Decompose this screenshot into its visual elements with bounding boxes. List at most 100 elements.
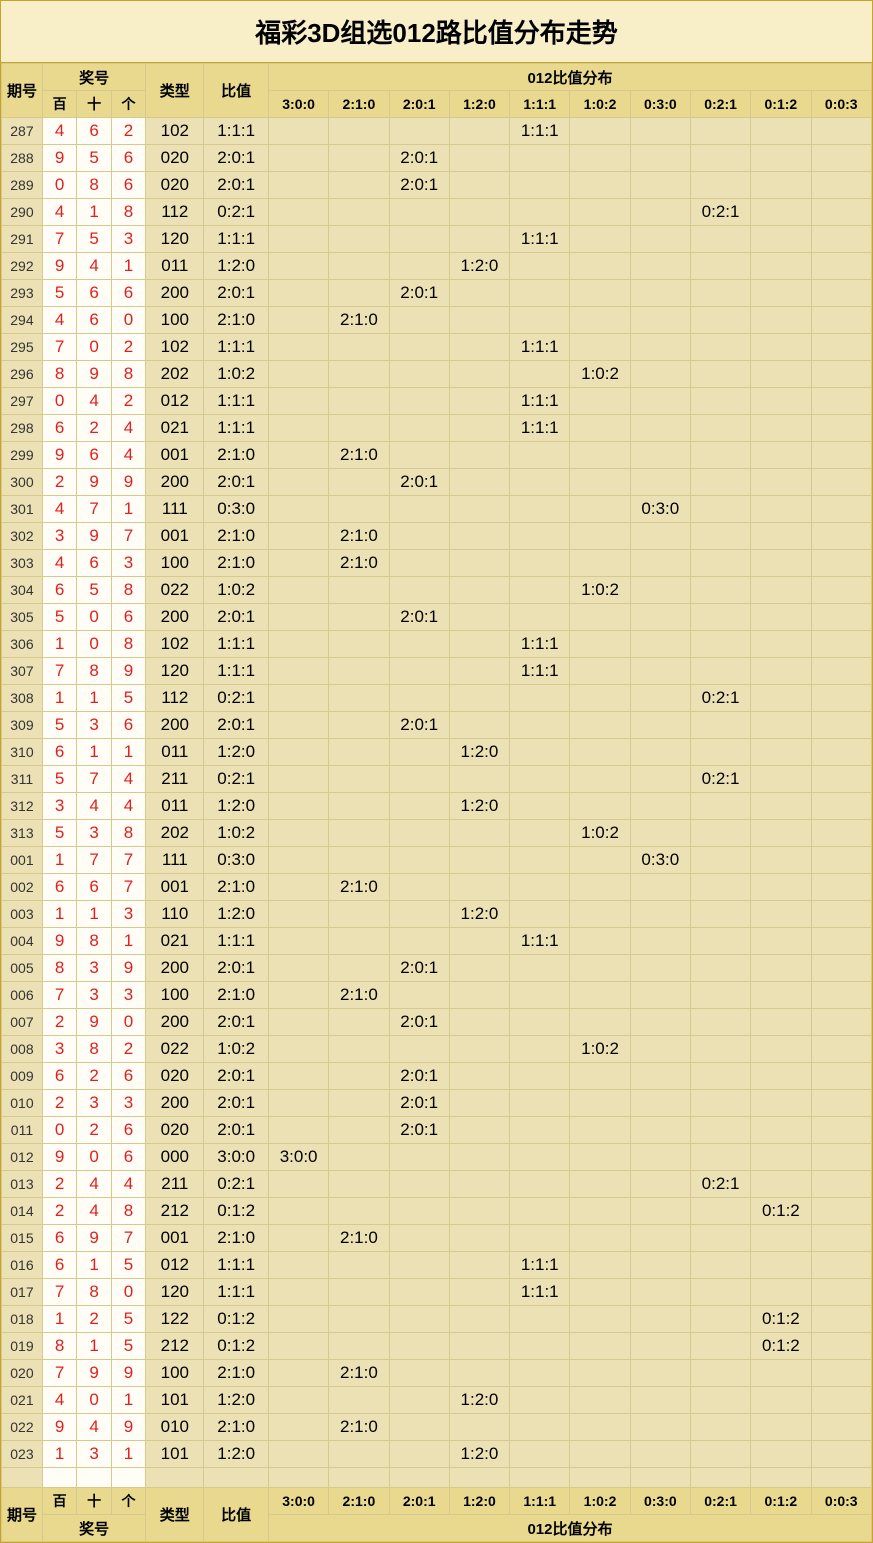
cell: 303	[2, 550, 43, 577]
cell: 016	[2, 1252, 43, 1279]
cell	[811, 577, 872, 604]
cell	[570, 334, 630, 361]
cell	[510, 766, 570, 793]
cell: 1:1:1	[510, 631, 570, 658]
cell	[811, 334, 872, 361]
cell: 010	[2, 1090, 43, 1117]
cell: 100	[146, 982, 204, 1009]
cell	[329, 1279, 389, 1306]
cell: 200	[146, 1090, 204, 1117]
cell: 5	[42, 280, 76, 307]
cell: 002	[2, 874, 43, 901]
cell	[329, 658, 389, 685]
cell: 0:1:2	[204, 1333, 269, 1360]
cell: 3:0:0	[268, 1144, 328, 1171]
cell	[630, 118, 690, 145]
cell	[751, 631, 811, 658]
cell: 013	[2, 1171, 43, 1198]
cell	[690, 847, 750, 874]
cell: 2	[42, 1171, 76, 1198]
cell: 111	[146, 496, 204, 523]
cell	[449, 847, 509, 874]
cell: 9	[42, 1144, 76, 1171]
cell	[389, 1306, 449, 1333]
cell	[811, 739, 872, 766]
cell	[690, 955, 750, 982]
header-cell: 3:0:0	[268, 91, 328, 118]
cell	[751, 550, 811, 577]
cell: 3	[111, 1090, 145, 1117]
table-row: 0011771110:3:00:3:0	[2, 847, 872, 874]
cell	[751, 739, 811, 766]
cell: 3	[42, 793, 76, 820]
cell	[329, 1333, 389, 1360]
cell: 2	[77, 415, 111, 442]
cell	[630, 253, 690, 280]
table-row: 2889560202:0:12:0:1	[2, 145, 872, 172]
table-row: 0096260202:0:12:0:1	[2, 1063, 872, 1090]
header-cell: 0:3:0	[630, 1488, 690, 1515]
cell	[690, 334, 750, 361]
cell	[570, 874, 630, 901]
cell: 6	[77, 874, 111, 901]
cell	[690, 415, 750, 442]
cell	[570, 739, 630, 766]
cell: 2:0:1	[204, 955, 269, 982]
cell	[630, 1306, 690, 1333]
cell: 292	[2, 253, 43, 280]
cell	[268, 631, 328, 658]
cell: 3	[77, 955, 111, 982]
cell	[811, 1279, 872, 1306]
table-row: 0198152120:1:20:1:2	[2, 1333, 872, 1360]
cell: 4	[42, 496, 76, 523]
cell	[690, 577, 750, 604]
cell	[690, 1333, 750, 1360]
cell	[570, 1252, 630, 1279]
cell: 5	[42, 766, 76, 793]
cell	[570, 685, 630, 712]
cell	[268, 793, 328, 820]
cell	[268, 685, 328, 712]
cell	[510, 1198, 570, 1225]
cell	[389, 1198, 449, 1225]
cell	[389, 1387, 449, 1414]
cell	[449, 1117, 509, 1144]
table-row: 0110260202:0:12:0:1	[2, 1117, 872, 1144]
cell	[389, 1252, 449, 1279]
cell	[510, 145, 570, 172]
cell	[329, 334, 389, 361]
cell	[329, 793, 389, 820]
cell	[570, 199, 630, 226]
cell	[268, 1198, 328, 1225]
cell	[268, 1063, 328, 1090]
cell	[630, 793, 690, 820]
cell	[510, 1009, 570, 1036]
table-row: 2874621021:1:11:1:1	[2, 118, 872, 145]
cell: 200	[146, 712, 204, 739]
cell: 202	[146, 361, 204, 388]
cell	[329, 1117, 389, 1144]
header-cell: 0:3:0	[630, 91, 690, 118]
cell	[389, 928, 449, 955]
cell	[570, 469, 630, 496]
cell	[268, 415, 328, 442]
cell: 1:0:2	[204, 820, 269, 847]
cell	[329, 604, 389, 631]
cell	[510, 1441, 570, 1468]
cell	[570, 1414, 630, 1441]
cell	[329, 1090, 389, 1117]
cell: 200	[146, 955, 204, 982]
cell: 2	[111, 388, 145, 415]
cell: 020	[146, 1117, 204, 1144]
cell	[630, 1090, 690, 1117]
cell	[510, 361, 570, 388]
cell: 6	[77, 307, 111, 334]
cell	[751, 280, 811, 307]
cell: 102	[146, 334, 204, 361]
cell	[389, 793, 449, 820]
cell	[751, 172, 811, 199]
cell: 7	[77, 766, 111, 793]
cell	[630, 442, 690, 469]
cell: 4	[77, 793, 111, 820]
cell	[690, 793, 750, 820]
